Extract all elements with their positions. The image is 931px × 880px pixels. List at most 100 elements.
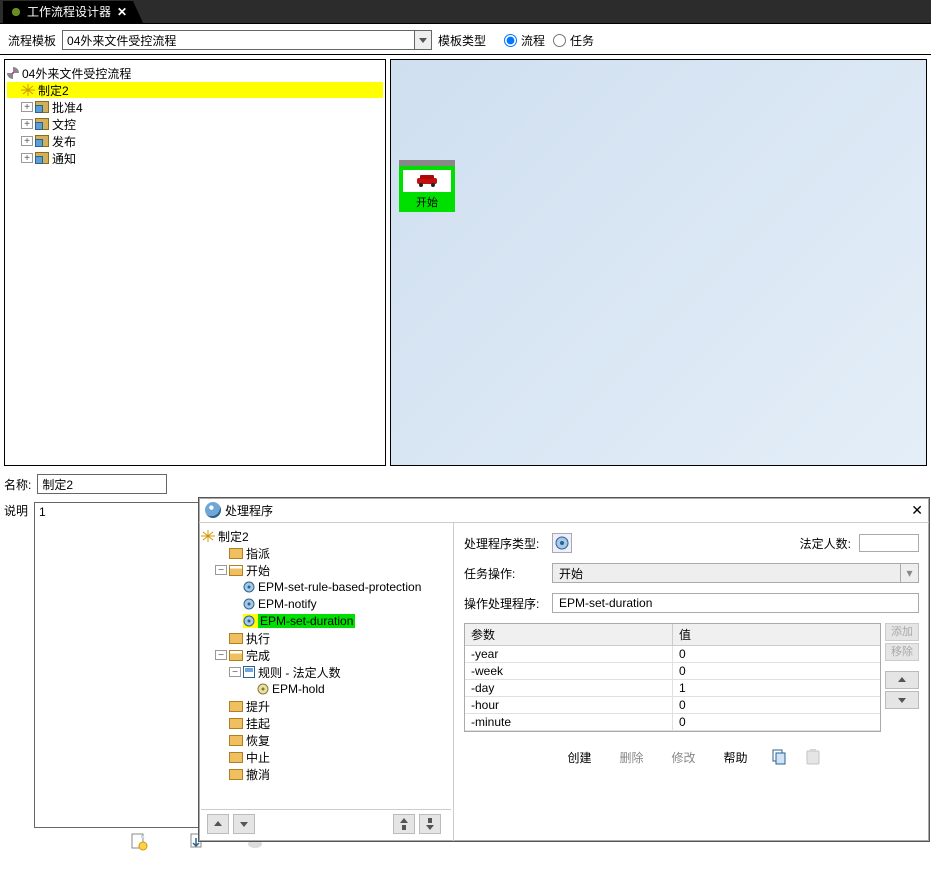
folder-open-icon bbox=[229, 650, 243, 661]
description-label: 说明 bbox=[4, 502, 28, 828]
tree-folder[interactable]: 执行 bbox=[201, 630, 451, 646]
handler-label: 操作处理程序: bbox=[464, 595, 544, 612]
add-button[interactable]: 添加 bbox=[885, 623, 919, 641]
table-row[interactable]: -year0 bbox=[465, 646, 880, 663]
name-input[interactable] bbox=[37, 474, 167, 494]
workflow-canvas[interactable]: 开始 bbox=[390, 59, 927, 466]
tree-folder[interactable]: 恢复 bbox=[201, 732, 451, 748]
expand-icon[interactable]: + bbox=[21, 136, 33, 146]
gear-icon bbox=[243, 598, 255, 610]
insert-after-button[interactable] bbox=[419, 814, 441, 834]
remove-button[interactable]: 移除 bbox=[885, 643, 919, 661]
tree-root[interactable]: 制定2 bbox=[201, 528, 451, 544]
handler-form: 处理程序类型: 法定人数: 任务操作: 开始 ▾ 操作处理程序: 参数 bbox=[454, 523, 929, 841]
quorum-input[interactable] bbox=[859, 534, 919, 552]
tree-folder[interactable]: 指派 bbox=[201, 545, 451, 561]
sparkle-icon bbox=[201, 530, 215, 542]
folder-open-icon bbox=[229, 565, 243, 576]
tree-item[interactable]: + 文控 bbox=[7, 116, 383, 132]
cell-param: -week bbox=[465, 663, 673, 679]
app-icon bbox=[9, 5, 23, 19]
start-node[interactable]: 开始 bbox=[399, 160, 455, 212]
move-up-button[interactable] bbox=[207, 814, 229, 834]
process-tree-pane: 04外来文件受控流程 制定2 + 批准4 + 文控 + 发布 bbox=[4, 59, 386, 466]
document-new-icon[interactable] bbox=[130, 833, 148, 851]
paste-icon[interactable] bbox=[804, 748, 822, 766]
template-input[interactable] bbox=[62, 30, 414, 50]
tree-rule[interactable]: − 规则 - 法定人数 bbox=[201, 664, 451, 680]
create-button[interactable]: 创建 bbox=[561, 746, 597, 769]
expand-icon[interactable]: + bbox=[21, 153, 33, 163]
table-row[interactable]: -hour0 bbox=[465, 697, 880, 714]
template-combo[interactable] bbox=[62, 30, 432, 50]
tree-item[interactable]: + 批准4 bbox=[7, 99, 383, 115]
row-down-button[interactable] bbox=[885, 691, 919, 709]
template-toolbar: 流程模板 模板类型 流程 任务 bbox=[0, 24, 931, 54]
tree-item[interactable]: + 通知 bbox=[7, 150, 383, 166]
folder-label: 指派 bbox=[246, 545, 270, 562]
handler-input[interactable] bbox=[552, 593, 919, 613]
description-textarea[interactable]: 1 bbox=[34, 502, 208, 828]
handler-label: EPM-set-rule-based-protection bbox=[258, 580, 421, 594]
table-row[interactable]: -week0 bbox=[465, 663, 880, 680]
tab-close-icon[interactable]: ✕ bbox=[117, 5, 127, 19]
tree-item[interactable]: + 发布 bbox=[7, 133, 383, 149]
expand-icon[interactable]: + bbox=[21, 102, 33, 112]
collapse-icon[interactable]: − bbox=[215, 565, 227, 575]
insert-before-button[interactable] bbox=[393, 814, 415, 834]
folder-label: 开始 bbox=[246, 562, 270, 579]
tree-handler[interactable]: EPM-set-rule-based-protection bbox=[201, 579, 451, 595]
cell-value: 0 bbox=[673, 646, 880, 662]
table-row[interactable]: -minute0 bbox=[465, 714, 880, 731]
modify-button[interactable]: 修改 bbox=[666, 746, 702, 769]
expand-icon[interactable]: + bbox=[21, 119, 33, 129]
tree-root[interactable]: 04外来文件受控流程 bbox=[7, 65, 383, 81]
template-dropdown-icon[interactable] bbox=[414, 30, 432, 50]
tree-item-selected[interactable]: 制定2 bbox=[7, 82, 383, 98]
handler-tree[interactable]: 制定2 指派 − 开始 EPM-set-rule-based-protectio… bbox=[201, 527, 451, 809]
handler-tree-pane: 制定2 指派 − 开始 EPM-set-rule-based-protectio… bbox=[199, 523, 454, 841]
collapse-icon[interactable]: − bbox=[229, 667, 241, 677]
name-label: 名称: bbox=[4, 476, 31, 493]
task-op-combo[interactable]: 开始 ▾ bbox=[552, 563, 919, 583]
move-down-button[interactable] bbox=[233, 814, 255, 834]
template-type-label: 模板类型 bbox=[438, 32, 486, 49]
dialog-titlebar[interactable]: 处理程序 ✕ bbox=[199, 498, 929, 522]
folder-icon bbox=[229, 752, 243, 763]
tree-folder-open[interactable]: − 完成 bbox=[201, 647, 451, 663]
collapse-icon[interactable]: − bbox=[215, 650, 227, 660]
radio-task[interactable] bbox=[553, 34, 566, 47]
tree-folder[interactable]: 提升 bbox=[201, 698, 451, 714]
delete-button[interactable]: 删除 bbox=[613, 746, 649, 769]
folder-label: 挂起 bbox=[246, 715, 270, 732]
dialog-close-icon[interactable]: ✕ bbox=[911, 502, 923, 519]
row-up-button[interactable] bbox=[885, 671, 919, 689]
tab-workflow-designer[interactable]: 工作流程设计器 ✕ bbox=[3, 1, 133, 23]
name-row: 名称: bbox=[0, 470, 931, 498]
handler-type-icon[interactable] bbox=[552, 533, 572, 553]
cell-value: 0 bbox=[673, 714, 880, 730]
type-row: 处理程序类型: 法定人数: bbox=[464, 533, 919, 553]
help-button[interactable]: 帮助 bbox=[718, 746, 754, 769]
tree-folder[interactable]: 撤消 bbox=[201, 766, 451, 782]
col-value: 值 bbox=[673, 624, 880, 645]
table-row[interactable]: -day1 bbox=[465, 680, 880, 697]
task-op-row: 任务操作: 开始 ▾ bbox=[464, 563, 919, 583]
tree-folder[interactable]: 中止 bbox=[201, 749, 451, 765]
tree-folder-open[interactable]: − 开始 bbox=[201, 562, 451, 578]
tree-toolbar bbox=[201, 809, 451, 837]
handler-row: 操作处理程序: bbox=[464, 593, 919, 613]
tree-item-label: 文控 bbox=[52, 116, 76, 133]
rule-icon bbox=[243, 666, 255, 678]
param-table[interactable]: 参数 值 -year0 -week0 -day1 -hour0 -minute0 bbox=[464, 623, 881, 732]
tree-handler[interactable]: EPM-notify bbox=[201, 596, 451, 612]
copy-icon[interactable] bbox=[770, 748, 788, 766]
tree-handler-selected[interactable]: EPM-set-duration bbox=[201, 613, 451, 629]
tree-folder[interactable]: 挂起 bbox=[201, 715, 451, 731]
chevron-down-icon[interactable]: ▾ bbox=[901, 563, 919, 583]
process-tree[interactable]: 04外来文件受控流程 制定2 + 批准4 + 文控 + 发布 bbox=[5, 60, 385, 465]
cell-param: -hour bbox=[465, 697, 673, 713]
tree-handler[interactable]: EPM-hold bbox=[201, 681, 451, 697]
quorum-label: 法定人数: bbox=[800, 535, 851, 552]
radio-process[interactable] bbox=[504, 34, 517, 47]
